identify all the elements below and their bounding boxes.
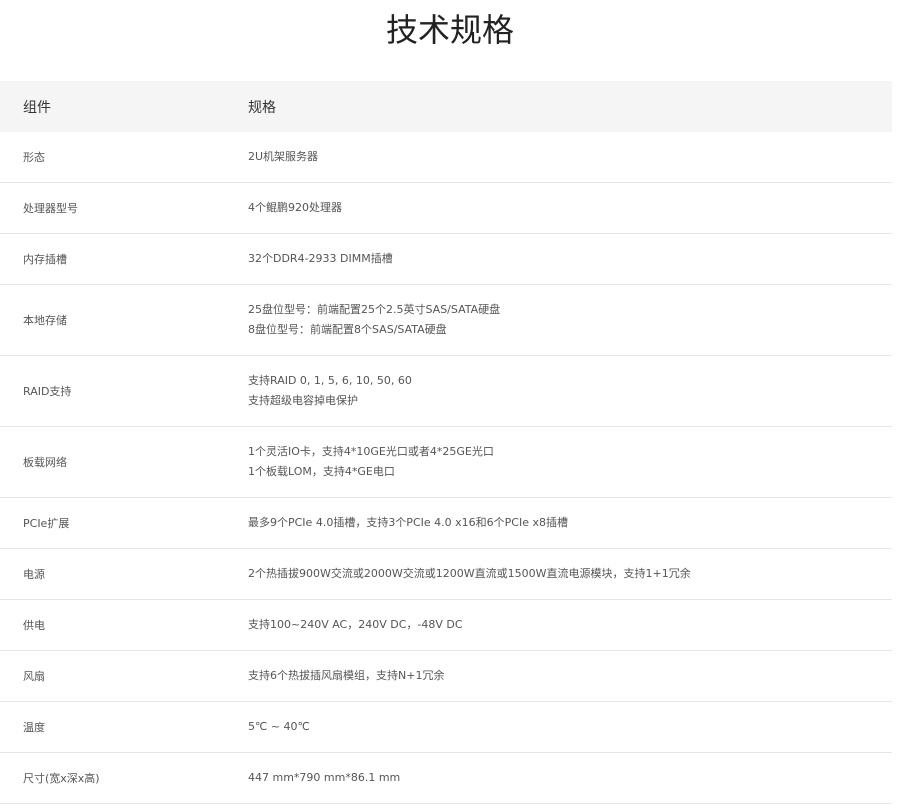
row-spec: 1个灵活IO卡，支持4*10GE光口或者4*25GE光口 1个板载LOM，支持4…: [248, 442, 892, 482]
spec-line: 4个鲲鹏920处理器: [248, 201, 342, 214]
spec-line: 25盘位型号：前端配置25个2.5英寸SAS/SATA硬盘: [248, 303, 501, 316]
spec-line: 支持6个热拔插风扇模组，支持N+1冗余: [248, 669, 445, 682]
table-row: 温度 5℃ ~ 40℃: [0, 702, 892, 753]
row-component: 处理器型号: [23, 202, 78, 215]
row-component: 风扇: [23, 670, 45, 683]
row-component: 板载网络: [23, 456, 67, 469]
spec-line: 2个热插拔900W交流或2000W交流或1200W直流或1500W直流电源模块，…: [248, 567, 691, 580]
row-spec: 25盘位型号：前端配置25个2.5英寸SAS/SATA硬盘 8盘位型号：前端配置…: [248, 300, 892, 340]
row-component: 本地存储: [23, 314, 67, 327]
row-spec: 32个DDR4-2933 DIMM插槽: [248, 249, 892, 269]
row-spec: 5℃ ~ 40℃: [248, 717, 892, 737]
table-row: 处理器型号 4个鲲鹏920处理器: [0, 183, 892, 234]
table-row: 尺寸(宽x深x高) 447 mm*790 mm*86.1 mm: [0, 753, 892, 804]
spec-line: 8盘位型号：前端配置8个SAS/SATA硬盘: [248, 323, 447, 336]
row-spec: 4个鲲鹏920处理器: [248, 198, 892, 218]
row-spec: 447 mm*790 mm*86.1 mm: [248, 768, 892, 788]
spec-line: 支持RAID 0, 1, 5, 6, 10, 50, 60: [248, 374, 412, 387]
header-component: 组件: [23, 99, 51, 116]
row-spec: 2个热插拔900W交流或2000W交流或1200W直流或1500W直流电源模块，…: [248, 564, 892, 584]
spec-line: 447 mm*790 mm*86.1 mm: [248, 771, 401, 784]
spec-line: 支持超级电容掉电保护: [248, 394, 358, 407]
spec-line: 1个板载LOM，支持4*GE电口: [248, 465, 395, 478]
row-spec: 2U机架服务器: [248, 147, 892, 167]
row-component: RAID支持: [23, 385, 72, 398]
table-row: 板载网络 1个灵活IO卡，支持4*10GE光口或者4*25GE光口 1个板载LO…: [0, 427, 892, 498]
spec-line: 32个DDR4-2933 DIMM插槽: [248, 252, 393, 265]
table-header: 组件 规格: [0, 81, 892, 132]
table-row: PCIe扩展 最多9个PCIe 4.0插槽，支持3个PCIe 4.0 x16和6…: [0, 498, 892, 549]
row-component: 尺寸(宽x深x高): [23, 772, 100, 785]
row-component: 供电: [23, 619, 45, 632]
spec-line: 1个灵活IO卡，支持4*10GE光口或者4*25GE光口: [248, 445, 494, 458]
row-spec: 支持100~240V AC，240V DC，-48V DC: [248, 615, 892, 635]
page: 技术规格 组件 规格 形态 2U机架服务器 处理器型号 4个鲲鹏920处理器 内…: [0, 0, 900, 812]
table-row: 本地存储 25盘位型号：前端配置25个2.5英寸SAS/SATA硬盘 8盘位型号…: [0, 285, 892, 356]
table-row: 供电 支持100~240V AC，240V DC，-48V DC: [0, 600, 892, 651]
row-component: 内存插槽: [23, 253, 67, 266]
row-component: 形态: [23, 151, 45, 164]
row-spec: 支持RAID 0, 1, 5, 6, 10, 50, 60 支持超级电容掉电保护: [248, 371, 892, 411]
table-row: 风扇 支持6个热拔插风扇模组，支持N+1冗余: [0, 651, 892, 702]
row-component: 电源: [23, 568, 45, 581]
spec-line: 支持100~240V AC，240V DC，-48V DC: [248, 618, 463, 631]
row-component: 温度: [23, 721, 45, 734]
spec-line: 5℃ ~ 40℃: [248, 720, 310, 733]
table-row: 电源 2个热插拔900W交流或2000W交流或1200W直流或1500W直流电源…: [0, 549, 892, 600]
row-spec: 最多9个PCIe 4.0插槽，支持3个PCIe 4.0 x16和6个PCIe x…: [248, 513, 892, 533]
table-row: 形态 2U机架服务器: [0, 132, 892, 183]
spec-line: 2U机架服务器: [248, 150, 319, 163]
spec-table: 组件 规格 形态 2U机架服务器 处理器型号 4个鲲鹏920处理器 内存插槽 3…: [0, 81, 892, 804]
row-component: PCIe扩展: [23, 517, 70, 530]
page-title: 技术规格: [385, 11, 514, 49]
table-row: 内存插槽 32个DDR4-2933 DIMM插槽: [0, 234, 892, 285]
table-row: RAID支持 支持RAID 0, 1, 5, 6, 10, 50, 60 支持超…: [0, 356, 892, 427]
spec-line: 最多9个PCIe 4.0插槽，支持3个PCIe 4.0 x16和6个PCIe x…: [248, 516, 568, 529]
header-spec: 规格: [248, 99, 276, 116]
row-spec: 支持6个热拔插风扇模组，支持N+1冗余: [248, 666, 892, 686]
